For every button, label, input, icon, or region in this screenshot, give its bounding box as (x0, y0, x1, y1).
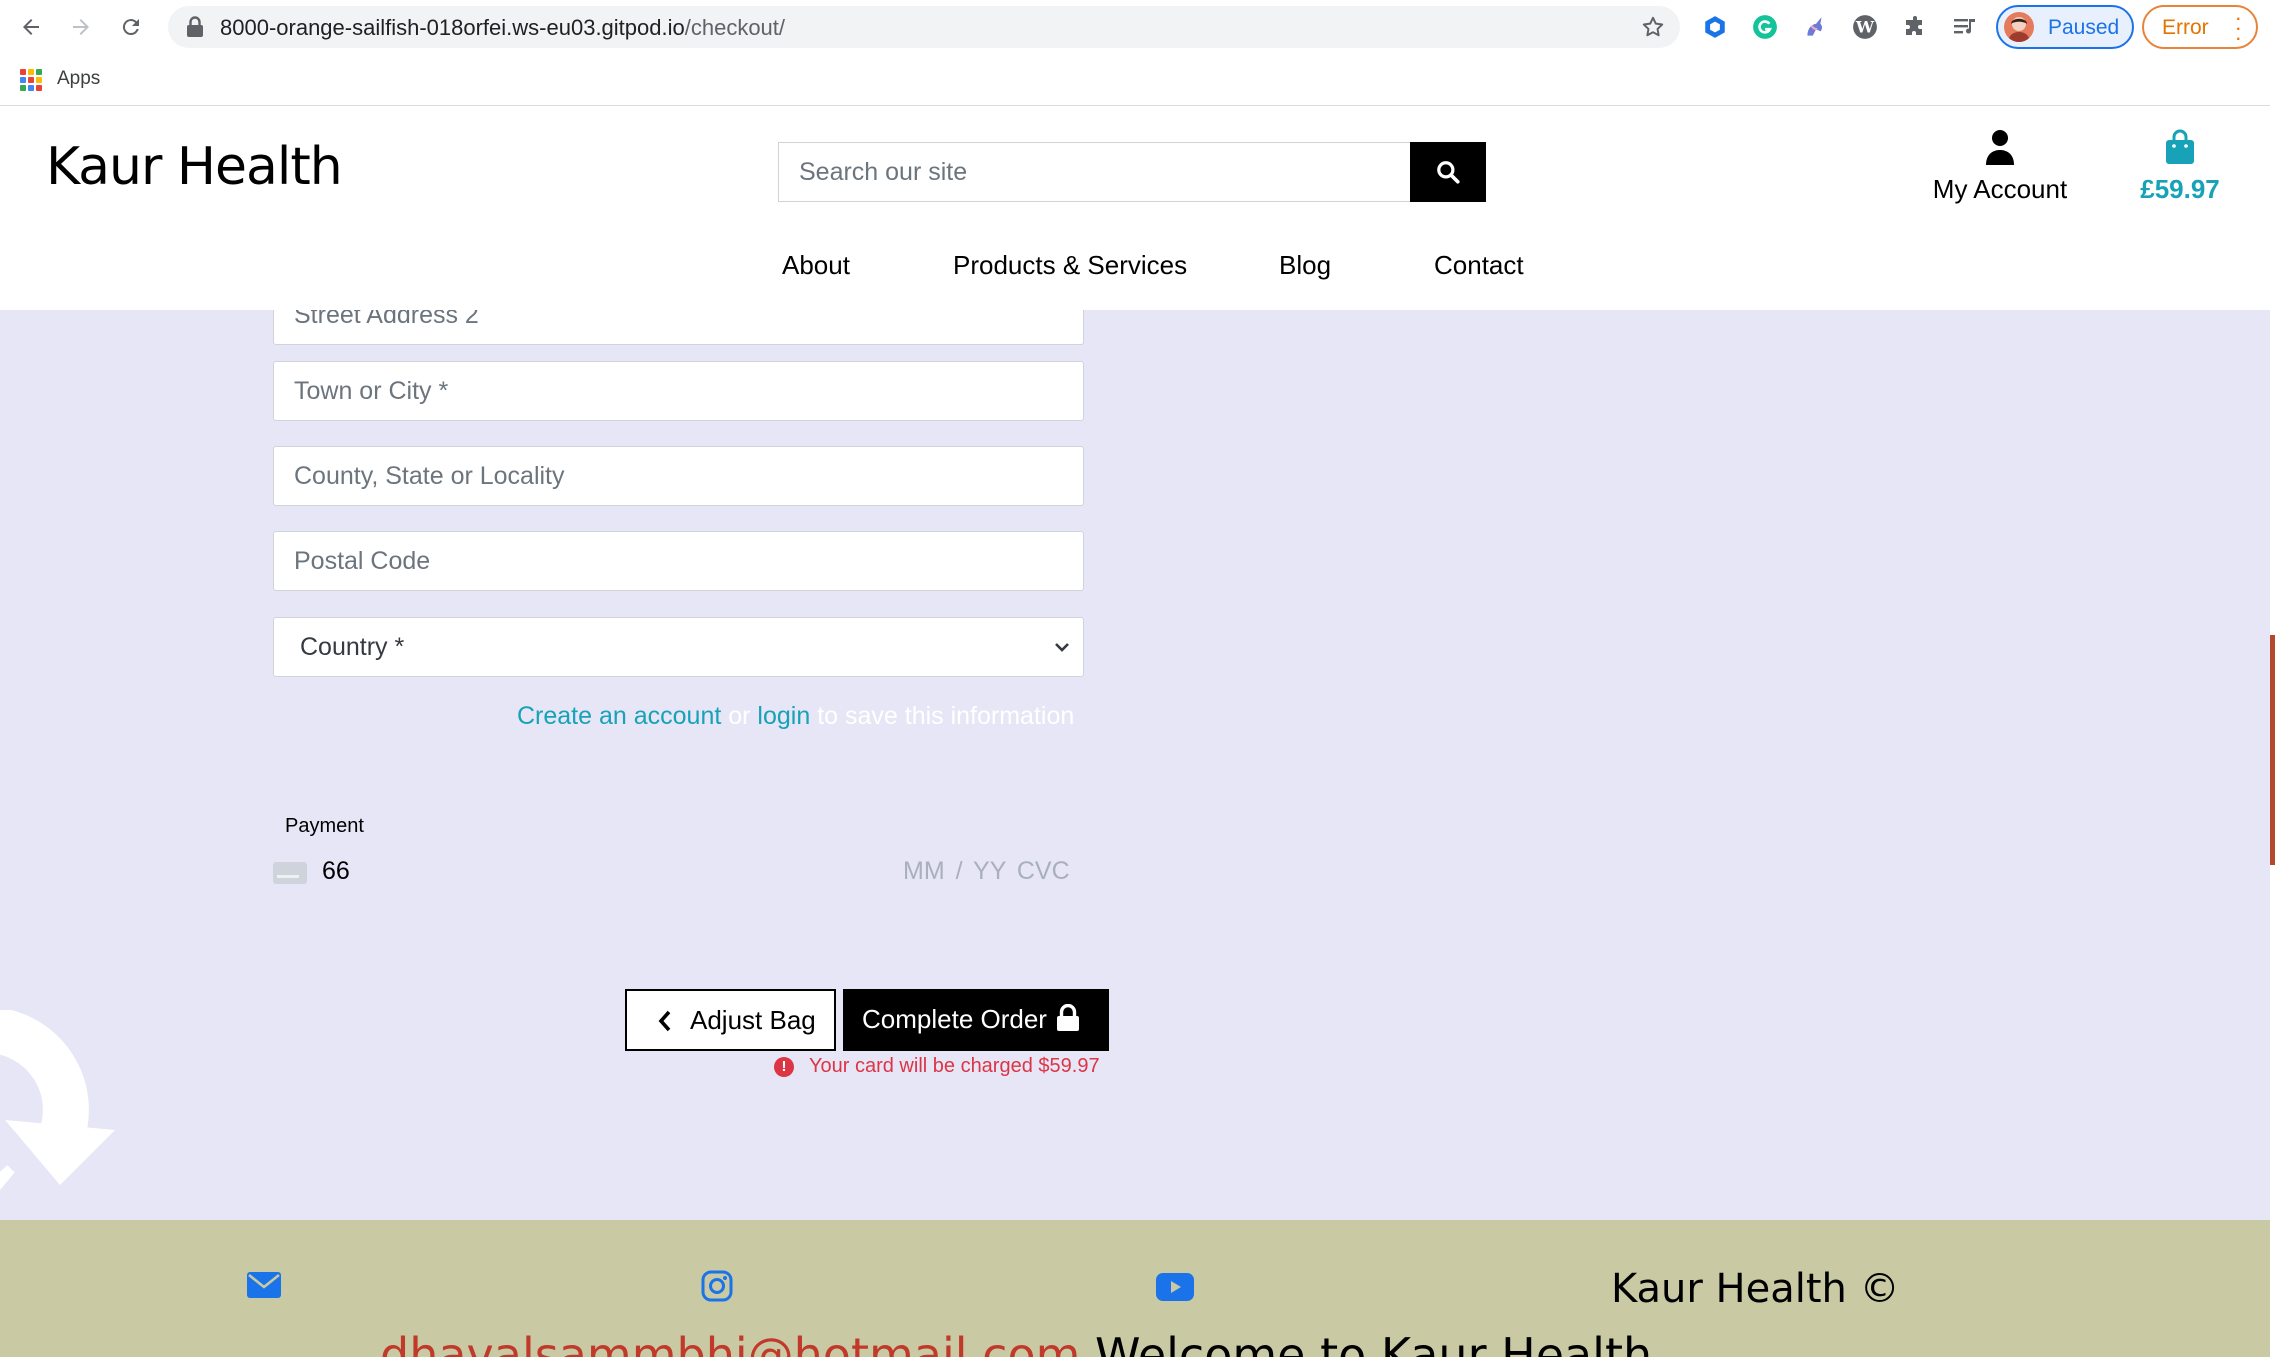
apps-grid-icon[interactable] (20, 69, 42, 91)
create-account-link[interactable]: Create an account (517, 702, 721, 730)
search-button[interactable] (1410, 142, 1486, 202)
profile-paused-button[interactable]: Paused (1996, 5, 2134, 49)
site-footer: Kaur Health © dhavalsammbhi@hotmail.com … (0, 1220, 2270, 1357)
lock-icon (1057, 1004, 1079, 1031)
arrow-right-icon (73, 19, 89, 35)
instagram-icon[interactable] (701, 1270, 733, 1302)
site-search (778, 142, 1486, 202)
browser-toolbar: 8000-orange-sailfish-018orfei.ws-eu03.gi… (0, 0, 2275, 54)
save-info-note: Create an account or login to save this … (517, 702, 1074, 731)
forward-button[interactable] (66, 12, 96, 42)
nav-products-services[interactable]: Products & Services (953, 250, 1187, 281)
chevron-left-icon (658, 1010, 671, 1032)
refresh-watermark-icon (0, 1010, 115, 1190)
edge-panel-peek (2270, 635, 2275, 865)
adjust-bag-button[interactable]: Adjust Bag (625, 989, 836, 1051)
lock-icon (187, 16, 203, 37)
shopping-bag-link[interactable]: £59.97 (2130, 129, 2230, 205)
postal-code-field[interactable]: Postal Code (273, 531, 1084, 591)
reading-list[interactable] (1950, 12, 1980, 42)
profile-avatar (2004, 12, 2034, 42)
bag-total: £59.97 (2140, 174, 2220, 204)
save-note-or: or (721, 702, 758, 730)
adjust-bag-label: Adjust Bag (690, 1005, 816, 1035)
complete-order-label: Complete Order (862, 1004, 1047, 1034)
street-address-2-placeholder: Street Address 2 (294, 310, 479, 329)
expiry-cvc-input[interactable]: MM / YY CVC (903, 857, 1070, 886)
wordpress-icon: W (1853, 15, 1877, 39)
checkout-main: Street Address 2 Town or City * County, … (0, 310, 2270, 1220)
apps-bookmark[interactable]: Apps (57, 68, 100, 90)
bookmarks-bar: Apps (0, 54, 2275, 106)
payment-legend: Payment (285, 815, 364, 837)
chevron-down-icon (1055, 643, 1069, 652)
arrow-left-icon (23, 19, 39, 35)
reload-icon (122, 19, 139, 36)
email-icon[interactable] (247, 1272, 281, 1298)
search-icon (1437, 161, 1460, 184)
exclamation-circle-icon: ! (774, 1057, 794, 1077)
bookmark-star-icon[interactable] (1640, 14, 1666, 40)
extensions-puzzle[interactable] (1900, 12, 1930, 42)
error-label: Error (2162, 16, 2209, 39)
postal-code-placeholder: Postal Code (294, 547, 431, 575)
extension-unicorn[interactable] (1800, 12, 1830, 42)
svg-text:W: W (1855, 17, 1875, 36)
my-account-link[interactable]: My Account (1930, 129, 2070, 205)
grammarly-icon (1753, 15, 1777, 39)
my-account-label: My Account (1932, 174, 2068, 204)
puzzle-icon (1906, 16, 1922, 35)
town-city-field[interactable]: Town or City * (273, 361, 1084, 421)
nav-blog[interactable]: Blog (1279, 250, 1331, 281)
user-icon (1986, 130, 2014, 165)
profile-status-label: Paused (2048, 16, 2120, 39)
town-city-placeholder: Town or City * (294, 377, 449, 405)
extension-wordpress[interactable]: W (1850, 12, 1880, 42)
youtube-icon[interactable] (1156, 1273, 1194, 1301)
charge-notice-text: Your card will be charged $59.97 (809, 1055, 1100, 1077)
country-selected-value: Country * (300, 633, 405, 661)
footer-peek-text: dhavalsammbhi@hotmail.com Welcome to Kau… (380, 1328, 1652, 1357)
footer-welcome-text: Welcome to Kaur Health (1095, 1328, 1653, 1357)
address-bar[interactable]: 8000-orange-sailfish-018orfei.ws-eu03.gi… (168, 6, 1680, 48)
footer-brand: Kaur Health © (1611, 1266, 1900, 1312)
nav-contact[interactable]: Contact (1434, 250, 1524, 281)
url-text: 8000-orange-sailfish-018orfei.ws-eu03.gi… (220, 15, 785, 41)
county-placeholder: County, State or Locality (294, 462, 565, 490)
login-link[interactable]: login (757, 702, 810, 730)
footer-email-link[interactable]: dhavalsammbhi@hotmail.com (380, 1328, 1080, 1357)
nav-about[interactable]: About (782, 250, 850, 281)
error-menu-button[interactable]: Error · · · (2142, 5, 2258, 49)
unicorn-icon (1807, 17, 1823, 36)
save-note-tail: to save this information (810, 702, 1075, 730)
shopping-bag-icon (2166, 129, 2194, 164)
street-address-2-field[interactable]: Street Address 2 (273, 310, 1084, 345)
url-host: 8000-orange-sailfish-018orfei.ws-eu03.gi… (220, 15, 685, 40)
search-input[interactable] (778, 142, 1410, 202)
complete-order-button[interactable]: Complete Order (843, 989, 1109, 1051)
credit-card-icon (273, 862, 307, 884)
url-path: /checkout/ (684, 15, 786, 40)
county-field[interactable]: County, State or Locality (273, 446, 1084, 506)
reading-list-icon (1954, 19, 1975, 34)
more-vert-icon: · · · (2234, 5, 2242, 50)
site-logo[interactable]: Kaur Health (46, 137, 343, 197)
country-select[interactable]: Country * (273, 617, 1084, 677)
reload-button[interactable] (116, 12, 146, 42)
site-header: Kaur Health My Account £59.97 About Prod… (0, 107, 2270, 310)
back-button[interactable] (16, 12, 46, 42)
extension-hexagon[interactable] (1700, 12, 1730, 42)
card-number-input[interactable]: 66 (322, 857, 350, 886)
hexagon-extension-icon (1705, 16, 1725, 38)
extension-grammarly[interactable] (1750, 12, 1780, 42)
